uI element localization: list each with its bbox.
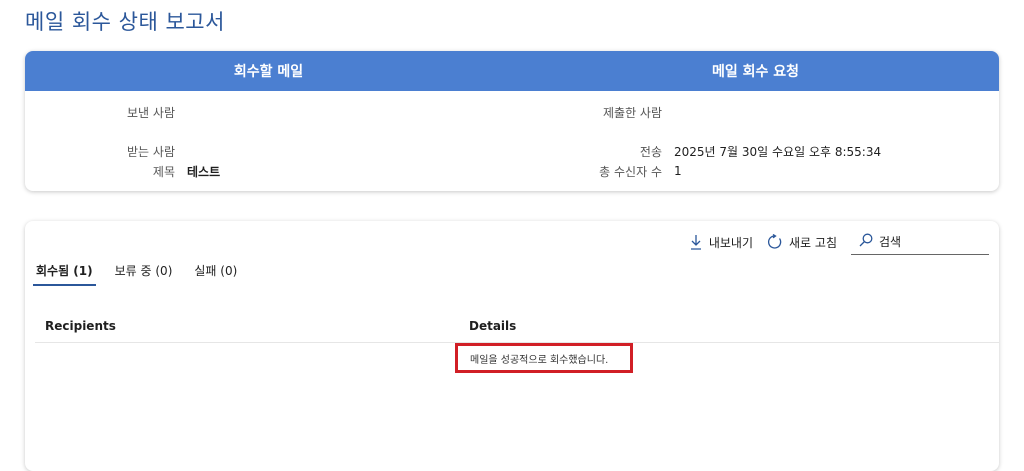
sender-label: 보낸 사람 bbox=[127, 105, 175, 120]
tab-recalled[interactable]: 회수됨 (1) bbox=[33, 256, 96, 286]
download-icon bbox=[689, 234, 703, 250]
subject-row: 제목 테스트 bbox=[25, 162, 220, 180]
tab-failed[interactable]: 실패 (0) bbox=[191, 256, 240, 284]
refresh-button[interactable]: 새로 고침 bbox=[767, 234, 837, 251]
search-box[interactable] bbox=[851, 229, 989, 255]
submitter-label: 제출한 사람 bbox=[602, 105, 662, 120]
summary-card: 회수할 메일 메일 회수 요청 보낸 사람 받는 사람 제목 테스트 제출한 사… bbox=[25, 51, 999, 191]
refresh-label: 새로 고침 bbox=[789, 235, 837, 250]
column-header-details[interactable]: Details bbox=[469, 319, 516, 333]
sent-label: 전송 bbox=[639, 144, 662, 159]
refresh-icon bbox=[767, 234, 783, 250]
total-recipients-row: 총 수신자 수 1 bbox=[507, 162, 682, 180]
details-cell-highlighted: 메일을 성공적으로 회수했습니다. bbox=[455, 343, 633, 373]
subject-label: 제목 bbox=[152, 164, 175, 179]
export-label: 내보내기 bbox=[708, 235, 754, 250]
table-row[interactable]: 메일을 성공적으로 회수했습니다. bbox=[35, 343, 999, 373]
search-icon bbox=[859, 233, 873, 250]
export-button[interactable]: 내보내기 bbox=[689, 234, 753, 251]
toolbar: 내보내기 새로 고침 bbox=[689, 229, 989, 255]
total-recipients-label: 총 수신자 수 bbox=[599, 164, 662, 179]
recalled-mail-header: 회수할 메일 bbox=[233, 64, 304, 80]
recall-request-header: 메일 회수 요청 bbox=[711, 64, 800, 80]
table-header: Recipients Details bbox=[35, 315, 999, 343]
recipient-row: 받는 사람 bbox=[25, 142, 187, 160]
subject-value: 테스트 bbox=[187, 164, 221, 179]
sent-row: 전송 2025년 7월 30일 수요일 오후 8:55:34 bbox=[507, 142, 881, 160]
submitter-row: 제출한 사람 bbox=[507, 103, 674, 121]
tab-pending[interactable]: 보류 중 (0) bbox=[112, 256, 176, 284]
sent-value: 2025년 7월 30일 수요일 오후 8:55:34 bbox=[674, 144, 882, 159]
page-title: 메일 회수 상태 보고서 bbox=[25, 10, 225, 34]
results-card: 내보내기 새로 고침 회수됨 (1) 보류 중 (0) 실패 (0) Recip… bbox=[25, 221, 999, 471]
sender-row: 보낸 사람 bbox=[25, 103, 187, 121]
status-tabs: 회수됨 (1) 보류 중 (0) 실패 (0) bbox=[33, 256, 256, 286]
recipient-label: 받는 사람 bbox=[127, 144, 175, 159]
total-recipients-value: 1 bbox=[674, 164, 682, 178]
summary-body: 보낸 사람 받는 사람 제목 테스트 제출한 사람 전송 2025년 7월 30… bbox=[25, 91, 999, 191]
summary-header: 회수할 메일 메일 회수 요청 bbox=[25, 51, 999, 91]
column-header-recipients[interactable]: Recipients bbox=[45, 319, 116, 333]
details-text: 메일을 성공적으로 회수했습니다. bbox=[470, 354, 609, 366]
search-input[interactable] bbox=[879, 234, 979, 249]
